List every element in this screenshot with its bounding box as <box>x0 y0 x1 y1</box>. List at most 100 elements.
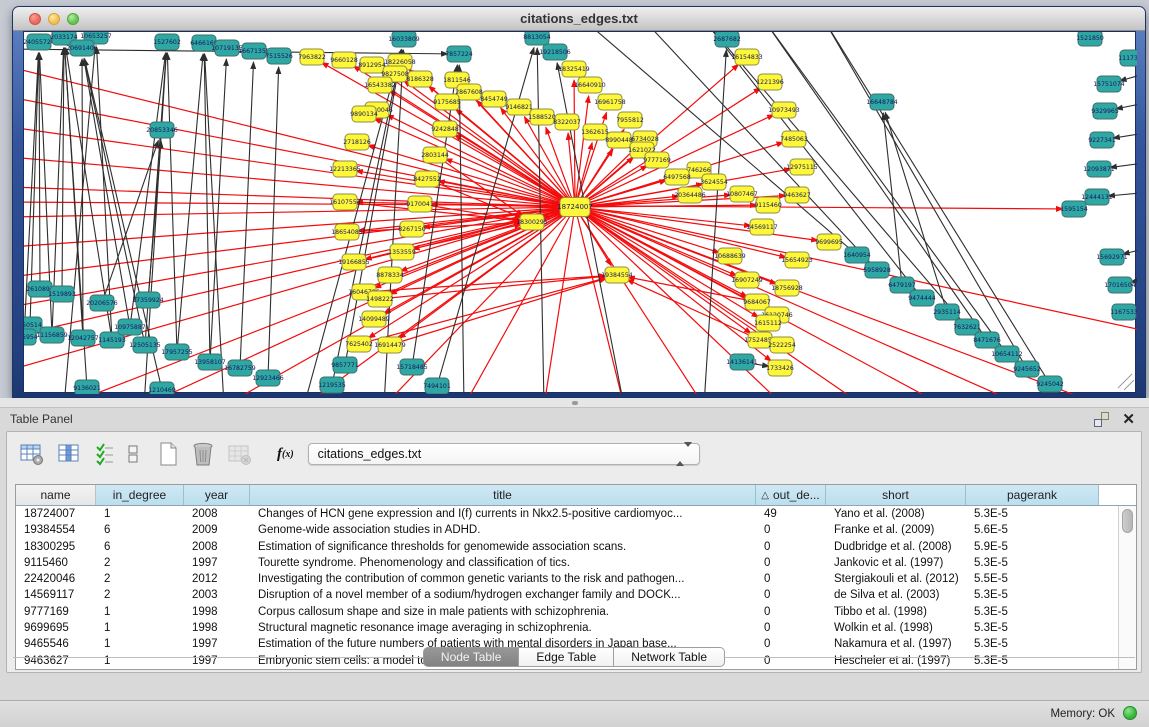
graph-node[interactable]: 16640910 <box>574 77 606 93</box>
column-header-in_degree[interactable]: in_degree <box>96 485 184 505</box>
graph-node[interactable]: 12093871 <box>1083 161 1115 177</box>
graph-node[interactable]: 15692971 <box>1096 249 1128 265</box>
graph-node[interactable]: 5958928 <box>863 262 891 278</box>
select-columns-icon[interactable] <box>95 442 115 466</box>
table-row[interactable]: 969969511998Structural magnetic resonanc… <box>16 620 1136 636</box>
graph-node[interactable]: 1640954 <box>843 247 871 263</box>
graph-node[interactable]: 8990448 <box>605 132 633 148</box>
graph-node[interactable]: 1167533 <box>1110 304 1137 320</box>
graph-node[interactable]: 1519893 <box>48 286 76 302</box>
column-header-short[interactable]: short <box>826 485 966 505</box>
column-header-year[interactable]: year <box>184 485 250 505</box>
graph-node[interactable]: 17359924 <box>132 292 164 308</box>
table-selector-combo[interactable]: citations_edges.txt <box>308 443 700 465</box>
window-titlebar[interactable]: citations_edges.txt <box>13 7 1145 31</box>
graph-node[interactable]: 1615112 <box>754 315 782 331</box>
float-panel-icon[interactable] <box>1094 412 1109 427</box>
graph-node[interactable]: 9245042 <box>1036 376 1064 392</box>
graph-node[interactable]: 1527602 <box>153 34 181 50</box>
show-columns-icon[interactable] <box>57 442 83 466</box>
table-row[interactable]: 1872400712008Changes of HCN gene express… <box>16 506 1136 522</box>
graph-node[interactable]: 1521850 <box>1076 32 1104 46</box>
graph-node[interactable]: 1588520 <box>528 109 556 125</box>
graph-node[interactable]: 13958107 <box>194 354 226 370</box>
network-canvas[interactable]: 2405572420331741065325720691406152760264… <box>23 31 1136 393</box>
graph-node[interactable]: 1353559 <box>388 244 416 260</box>
row-height-icon[interactable] <box>127 442 139 466</box>
graph-node[interactable]: 12444131 <box>1081 189 1113 205</box>
graph-node[interactable]: 15718485 <box>396 359 428 375</box>
graph-node[interactable]: 12042757 <box>67 330 99 346</box>
table-mode-icon[interactable] <box>19 442 45 466</box>
graph-node[interactable]: 9227341 <box>1088 132 1116 148</box>
graph-node[interactable]: 18300295 <box>516 214 548 230</box>
graph-node[interactable]: 9857771 <box>331 357 359 373</box>
graph-node[interactable]: 8813054 <box>523 32 551 45</box>
create-column-icon[interactable] <box>157 441 179 467</box>
graph-node[interactable]: 19218506 <box>539 44 571 60</box>
graph-node[interactable]: 16914479 <box>374 337 406 353</box>
horizontal-splitter[interactable] <box>0 398 1149 408</box>
graph-node[interactable]: 1733426 <box>766 360 794 376</box>
graph-node[interactable]: 19384554 <box>601 267 633 283</box>
tab-node-table[interactable]: Node Table <box>423 647 520 667</box>
graph-node[interactable]: 1595154 <box>1060 201 1088 217</box>
graph-node[interactable]: 9242848 <box>431 121 459 137</box>
table-row[interactable]: 1938455462009Genome-wide association stu… <box>16 522 1136 538</box>
graph-node[interactable]: 20853346 <box>146 122 178 138</box>
column-header-out_de[interactable]: △out_de... <box>756 485 826 505</box>
graph-node[interactable]: 10807467 <box>726 186 758 202</box>
function-builder-icon[interactable]: f(x) <box>277 446 294 463</box>
delete-column-icon[interactable] <box>191 441 215 467</box>
graph-node[interactable]: 7494101 <box>423 378 451 394</box>
graph-node[interactable]: 12505135 <box>129 337 161 353</box>
graph-node[interactable]: 12923466 <box>252 370 284 386</box>
graph-node[interactable]: 7515526 <box>265 48 293 64</box>
graph-node[interactable]: 8878334 <box>376 267 404 283</box>
graph-node[interactable]: 16033809 <box>388 32 420 47</box>
graph-node[interactable]: 18756928 <box>771 280 803 296</box>
hub-node[interactable]: 18724007 <box>557 198 593 217</box>
graph-node[interactable]: 2687682 <box>713 32 741 47</box>
table-row[interactable]: 1456911722003Disruption of a novel membe… <box>16 587 1136 603</box>
table-row[interactable]: 2242004622012Investigating the contribut… <box>16 571 1136 587</box>
graph-node[interactable]: 8427552 <box>413 171 441 187</box>
graph-node[interactable]: 8322037 <box>553 114 581 130</box>
graph-node[interactable]: 16782759 <box>224 360 256 376</box>
tab-edge-table[interactable]: Edge Table <box>519 647 614 667</box>
graph-node[interactable]: 14099489 <box>358 311 390 327</box>
graph-node[interactable]: 9699695 <box>815 234 843 250</box>
graph-node[interactable]: 12975115 <box>786 159 818 175</box>
graph-node[interactable]: 16961758 <box>594 94 626 110</box>
graph-node[interactable]: 1210469 <box>148 382 176 394</box>
graph-node[interactable]: 1219535 <box>318 377 346 393</box>
graph-node[interactable]: 9329965 <box>1091 103 1119 119</box>
graph-node[interactable]: 20691406 <box>66 40 98 56</box>
graph-node[interactable]: 2935114 <box>933 304 961 320</box>
scrollbar-thumb[interactable] <box>1122 509 1133 533</box>
graph-node[interactable]: 3624554 <box>700 174 728 190</box>
graph-node[interactable]: 17016504 <box>1104 277 1136 293</box>
graph-node[interactable]: 12213365 <box>329 161 361 177</box>
graph-node[interactable]: 11156859 <box>36 327 68 343</box>
graph-node[interactable]: 1221396 <box>756 74 784 90</box>
table-row[interactable]: 977716911998Corpus callosum shape and si… <box>16 604 1136 620</box>
graph-node[interactable]: 19166855 <box>338 254 370 270</box>
graph-node[interactable]: 1498222 <box>366 291 394 307</box>
graph-node[interactable]: 20364486 <box>674 187 706 203</box>
tab-network-table[interactable]: Network Table <box>614 647 725 667</box>
graph-node[interactable]: 10975887 <box>114 319 146 335</box>
column-header-name[interactable]: name <box>16 485 96 505</box>
graph-node[interactable]: 7955812 <box>616 112 644 128</box>
graph-node[interactable]: 9175685 <box>433 94 461 110</box>
graph-node[interactable]: 1117319 <box>1118 50 1137 66</box>
graph-node[interactable]: 9245652 <box>1013 361 1041 377</box>
graph-node[interactable]: 16154833 <box>731 49 763 65</box>
graph-node[interactable]: 15654923 <box>781 252 813 268</box>
graph-node[interactable]: 9463627 <box>783 187 811 203</box>
graph-node[interactable]: 16543382 <box>364 77 396 93</box>
graph-node[interactable]: 9777169 <box>643 152 671 168</box>
graph-node[interactable]: 7485063 <box>780 131 808 147</box>
graph-node[interactable]: 10973493 <box>768 102 800 118</box>
graph-node[interactable]: 14569117 <box>746 219 778 235</box>
